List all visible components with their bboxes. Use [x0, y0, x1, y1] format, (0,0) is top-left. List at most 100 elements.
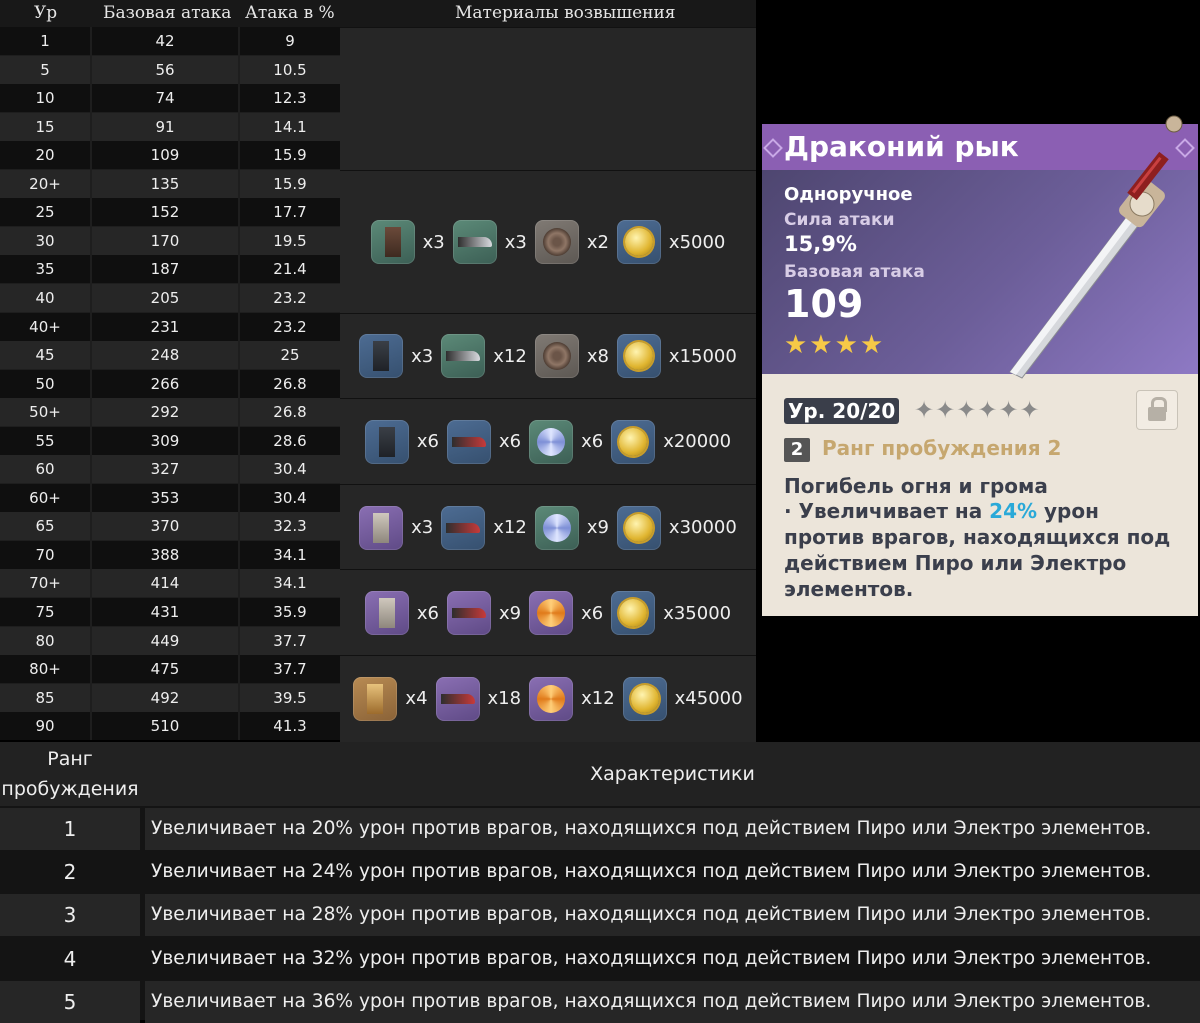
atk-pct-cell: 15.9 [240, 169, 340, 198]
stats-row: 50+ 292 26.8 [0, 398, 340, 427]
material-quantity: x3 [422, 231, 445, 253]
level-cell: 55 [0, 426, 90, 455]
mora-coin-icon [611, 591, 656, 636]
stats-row: 90 510 41.3 [0, 712, 340, 741]
dark-slab-icon [359, 334, 404, 379]
refinement-row: 1 Увеличивает на 20% урон против врагов, … [0, 808, 1200, 850]
refinement-row: 2 Увеличивает на 24% урон против врагов, … [0, 851, 1200, 894]
refinement-table-header: Ранг пробуждения Характеристики [0, 742, 1200, 806]
atk-pct-cell: 15.9 [240, 141, 340, 170]
crimson-blade-icon [435, 676, 480, 721]
level-cell: 20+ [0, 169, 90, 198]
level-cell: 80+ [0, 655, 90, 684]
ascension-stars: ✦✦✦✦✦✦ [914, 396, 1041, 424]
header-atk-pct: Атака в % [245, 3, 335, 23]
bronze-disc-icon [534, 334, 579, 379]
material-quantity: x4 [405, 688, 428, 710]
atk-pct-cell: 10.5 [240, 55, 340, 84]
base-atk-cell: 187 [92, 255, 238, 284]
atk-pct-cell: 37.7 [240, 626, 340, 655]
refinement-row: 5 Увеличивает на 36% урон против врагов, … [0, 980, 1200, 1023]
base-atk-cell: 292 [92, 398, 238, 427]
material-quantity: x6 [581, 602, 604, 624]
material-quantity: x5000 [668, 231, 726, 253]
material-item: x6 [364, 591, 439, 636]
atk-pct-cell: 19.5 [240, 226, 340, 255]
base-atk-cell: 170 [92, 226, 238, 255]
material-item: x9 [446, 591, 521, 636]
material-item: x8 [534, 334, 609, 379]
atk-pct-cell: 28.6 [240, 426, 340, 455]
material-quantity: x8 [586, 345, 609, 367]
level-cell: 25 [0, 198, 90, 227]
mora-coin-icon [622, 676, 667, 721]
mora-coin-icon [616, 505, 661, 550]
atk-pct-cell: 39.5 [240, 683, 340, 712]
material-quantity: x45000 [674, 688, 743, 710]
material-quantity: x12 [493, 345, 527, 367]
level-cell: 1 [0, 27, 90, 55]
stats-row: 70+ 414 34.1 [0, 569, 340, 598]
atk-pct-cell: 37.7 [240, 655, 340, 684]
base-atk-cell: 492 [92, 683, 238, 712]
stats-row: 35 187 21.4 [0, 255, 340, 284]
level-cell: 85 [0, 683, 90, 712]
atk-pct-cell: 32.3 [240, 512, 340, 541]
weapon-card: Драконий рык Одноручное Сила атаки 15,9%… [762, 115, 1198, 616]
atk-pct-cell: 34.1 [240, 540, 340, 569]
atk-pct-cell: 14.1 [240, 112, 340, 141]
lock-button[interactable] [1136, 390, 1178, 430]
material-item: x15000 [616, 334, 737, 379]
material-item: x45000 [622, 676, 743, 721]
title-ornament-icon [763, 138, 783, 158]
refinement-number-badge: 2 [784, 438, 810, 462]
header-base-atk: Базовая атака [103, 3, 232, 23]
level-cell: 80 [0, 626, 90, 655]
material-item: x20000 [611, 419, 732, 464]
atk-pct-cell: 41.3 [240, 712, 340, 741]
base-atk-cell: 370 [92, 512, 238, 541]
orange-swirl-icon [529, 676, 574, 721]
material-quantity: x20000 [663, 431, 732, 453]
header-refinement-rank: Ранг пробуждения [1, 748, 139, 800]
base-atk-cell: 475 [92, 655, 238, 684]
material-quantity: x12 [581, 688, 615, 710]
ascension-materials-cell: x4 x18 x12 x45000 [340, 655, 756, 742]
weapon-level: Ур. 20/20 [784, 398, 900, 424]
base-atk-cell: 109 [92, 141, 238, 170]
material-quantity: x3 [411, 517, 434, 539]
orange-swirl-icon [529, 591, 574, 636]
ascension-materials-cell: x3 x3 x2 x5000 [340, 169, 756, 314]
refinement-rank-cell: 1 [0, 808, 140, 850]
level-cell: 70 [0, 540, 90, 569]
material-item: x6 [529, 591, 604, 636]
stats-row: 20 109 15.9 [0, 141, 340, 170]
atk-pct-cell: 17.7 [240, 198, 340, 227]
material-item: x12 [529, 676, 615, 721]
material-item: x35000 [611, 591, 731, 636]
material-quantity: x9 [586, 517, 609, 539]
level-cell: 10 [0, 84, 90, 113]
material-item: x9 [534, 505, 609, 550]
gold-slab-icon [353, 676, 398, 721]
stats-row: 70 388 34.1 [0, 540, 340, 569]
stats-row: 60 327 30.4 [0, 455, 340, 484]
secondary-stat-value: 15,9% [784, 232, 857, 256]
weapon-hero: Одноручное Сила атаки 15,9% Базовая атак… [762, 115, 1198, 379]
stats-table-header: Ур Базовая атака Атака в % Материалы воз… [0, 0, 756, 27]
ascension-materials-list: x3 x12 x9 x30000 [340, 505, 756, 550]
level-cell: 40+ [0, 312, 90, 341]
stone-slab-icon [364, 591, 409, 636]
level-cell: 40 [0, 283, 90, 312]
ascension-materials-cell: x6 x6 x6 x20000 [340, 398, 756, 485]
material-item: x30000 [616, 505, 737, 550]
stats-row: 1 42 9 [0, 27, 340, 55]
material-item: x3 [359, 505, 434, 550]
level-cell: 50 [0, 369, 90, 398]
material-quantity: x2 [586, 231, 609, 253]
passive-description: · Увеличивает на 24% урон против врагов,… [784, 498, 1184, 602]
material-item: x12 [441, 505, 527, 550]
dark-slab-icon [364, 419, 409, 464]
base-atk-cell: 510 [92, 712, 238, 741]
stone-slab-icon [359, 505, 404, 550]
